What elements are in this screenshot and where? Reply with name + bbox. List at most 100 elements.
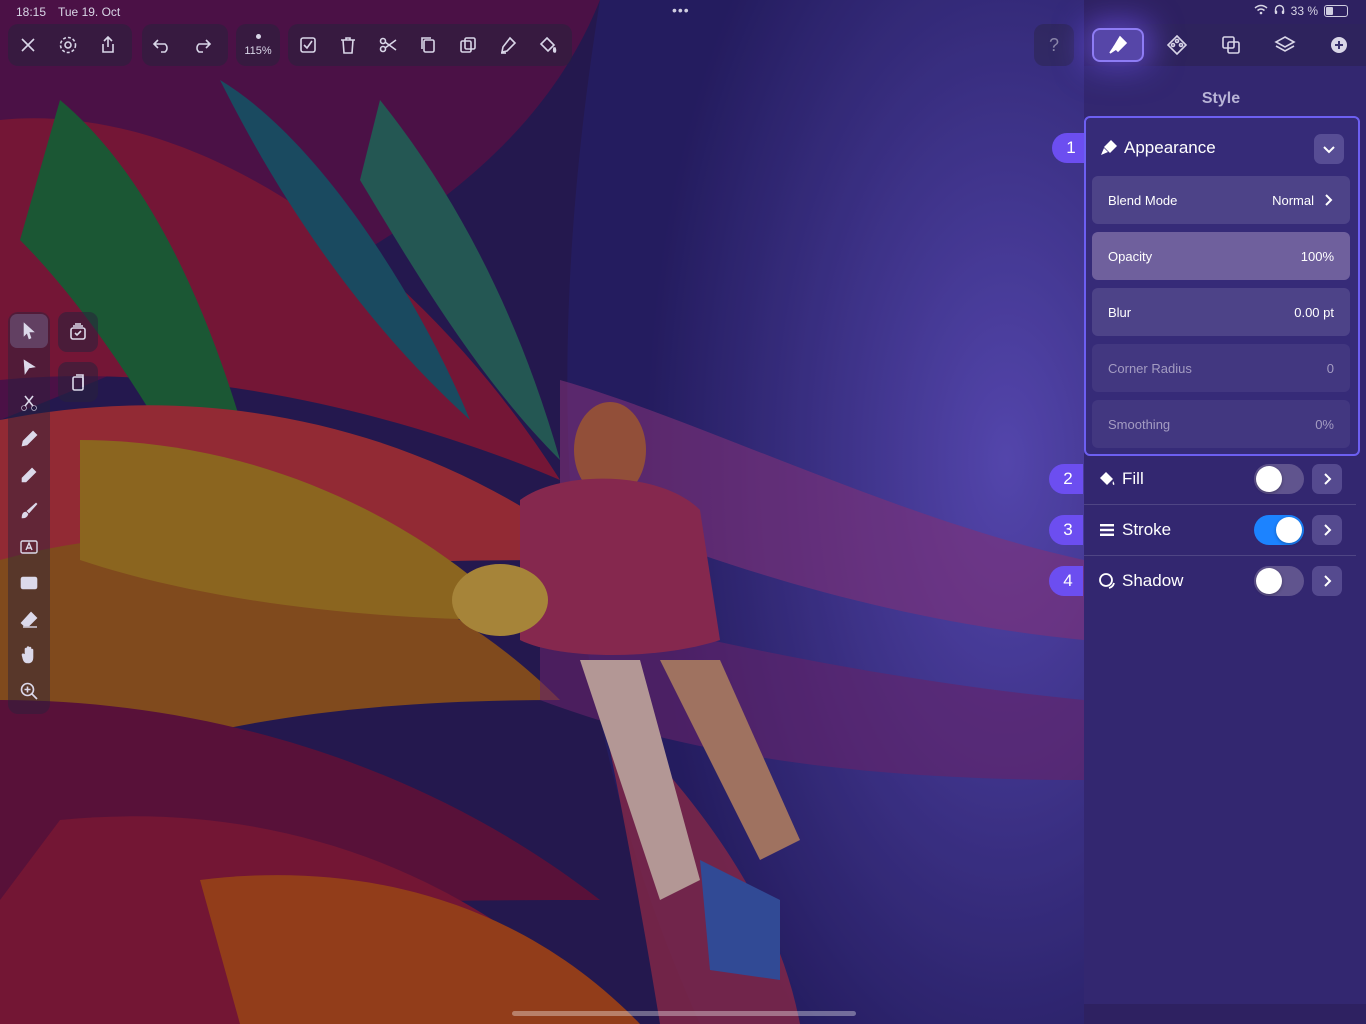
appearance-collapse-button[interactable]: [1314, 134, 1344, 164]
fill-bucket-icon: [539, 36, 557, 53]
rectangle-icon: [20, 576, 38, 590]
appearance-header: Appearance: [1100, 138, 1216, 158]
select-all-button[interactable]: [288, 24, 328, 66]
multitasking-dots[interactable]: •••: [672, 2, 690, 18]
fill-toggle[interactable]: [1254, 464, 1304, 494]
zoom-label: 115%: [244, 44, 272, 57]
arrange-icon: [1222, 36, 1240, 54]
shadow-detail-button[interactable]: [1312, 566, 1342, 596]
eraser-icon: [20, 611, 38, 628]
path-nodes-icon: [1166, 34, 1188, 56]
add-tab[interactable]: [1312, 28, 1366, 62]
cut-button[interactable]: [368, 24, 408, 66]
appearance-label: Appearance: [1124, 138, 1216, 157]
blend-mode-label: Blend Mode: [1108, 192, 1178, 208]
redo-button[interactable]: [182, 24, 222, 66]
chevron-right-icon: [1324, 473, 1332, 485]
blur-label: Blur: [1108, 304, 1132, 320]
opacity-label: Opacity: [1108, 248, 1153, 264]
pen-tool[interactable]: [10, 422, 48, 456]
fill-bucket-button[interactable]: [528, 24, 568, 66]
duplicate-button[interactable]: [448, 24, 488, 66]
rectangle-tool[interactable]: [10, 566, 48, 600]
select-all-icon: [300, 37, 316, 53]
history-toolbar: [142, 24, 228, 66]
shadow-toggle[interactable]: [1254, 566, 1304, 596]
panel-title: Style: [1201, 90, 1241, 107]
brush-icon: [21, 502, 38, 519]
quick-copy-button[interactable]: [58, 362, 98, 402]
share-button[interactable]: [88, 24, 128, 66]
help-label: ?: [1048, 34, 1059, 55]
shadow-label: Shadow: [1122, 571, 1184, 590]
close-button[interactable]: [8, 24, 48, 66]
home-indicator[interactable]: [512, 1011, 856, 1016]
stroke-label: Stroke: [1122, 520, 1172, 539]
brush-tool[interactable]: [10, 494, 48, 528]
delete-button[interactable]: [328, 24, 368, 66]
fill-row: Fill: [1084, 454, 1356, 505]
blend-mode-value: Normal: [1272, 192, 1314, 208]
scissors-tool[interactable]: [10, 386, 48, 420]
hand-icon: [21, 646, 34, 664]
fill-label: Fill: [1122, 469, 1144, 488]
settings-icon: [59, 36, 77, 54]
fill-bucket-icon: [1100, 472, 1115, 485]
zoom-tool[interactable]: [10, 674, 48, 708]
appearance-brush-icon: [1101, 140, 1117, 155]
style-tab[interactable]: [1092, 28, 1144, 62]
stroke-toggle[interactable]: [1254, 515, 1304, 545]
stroke-lines-icon: [1100, 524, 1114, 536]
edit-toolbar: [288, 24, 572, 66]
arrange-tab[interactable]: [1204, 28, 1258, 62]
chevron-right-icon: [1324, 524, 1332, 536]
style-picker-button[interactable]: [488, 24, 528, 66]
zoom-indicator[interactable]: 115%: [236, 24, 280, 66]
copy-button[interactable]: [408, 24, 448, 66]
corner-radius-value: 0: [1326, 360, 1334, 376]
smoothing-label: Smoothing: [1108, 416, 1171, 432]
paste-icon: [72, 374, 84, 391]
shadow-icon: [1099, 573, 1115, 589]
help-button[interactable]: ?: [1034, 24, 1074, 66]
smoothing-value: 0%: [1315, 416, 1334, 432]
opacity-row[interactable]: Opacity 100%: [1092, 232, 1350, 280]
shadow-row: Shadow: [1084, 556, 1356, 606]
corner-radius-label: Corner Radius: [1108, 360, 1192, 376]
stroke-row: Stroke: [1084, 505, 1356, 556]
add-circle-icon: [1331, 37, 1347, 53]
style-brush-icon: [1109, 35, 1128, 54]
style-picker-icon: [500, 36, 517, 54]
eraser-tool[interactable]: [10, 602, 48, 636]
style-toggles: Fill Stroke Shadow: [1084, 454, 1356, 606]
delete-icon: [341, 37, 355, 54]
tools-palette: [8, 312, 50, 714]
fill-badge: 2: [1049, 464, 1083, 494]
fill-detail-button[interactable]: [1312, 464, 1342, 494]
layers-tab[interactable]: [1258, 28, 1312, 62]
corner-radius-row: Corner Radius 0: [1092, 344, 1350, 392]
shadow-badge: 4: [1049, 566, 1083, 596]
opacity-value: 100%: [1300, 248, 1334, 264]
quick-select-button[interactable]: [58, 312, 98, 352]
redo-icon: [196, 39, 212, 53]
text-tool[interactable]: [10, 530, 48, 564]
battery-level: [1326, 7, 1333, 15]
headphones-icon: [1274, 4, 1285, 18]
stroke-detail-button[interactable]: [1312, 515, 1342, 545]
path-tab[interactable]: [1150, 28, 1204, 62]
scissors-icon: [21, 395, 37, 411]
settings-button[interactable]: [48, 24, 88, 66]
layers-icon: [1274, 36, 1296, 52]
blur-row[interactable]: Blur 0.00 pt: [1092, 288, 1350, 336]
pencil-tool[interactable]: [10, 458, 48, 492]
blend-mode-row[interactable]: Blend Mode Normal: [1092, 176, 1350, 224]
stack-select-icon: [70, 323, 86, 340]
hand-tool[interactable]: [10, 638, 48, 672]
undo-button[interactable]: [142, 24, 182, 66]
node-tool[interactable]: [10, 350, 48, 384]
document-toolbar: [8, 24, 132, 66]
select-tool[interactable]: [10, 314, 48, 348]
battery-icon: [1324, 5, 1348, 17]
chevron-right-icon: [1325, 194, 1333, 206]
